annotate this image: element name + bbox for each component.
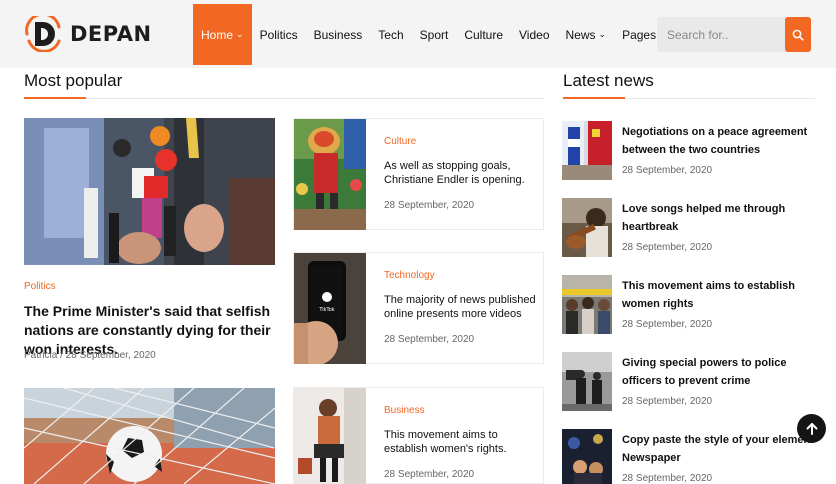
chevron-down-icon: ⌄ [236,29,244,39]
card-category[interactable]: Technology [384,270,435,281]
card-date: 28 September, 2020 [384,334,475,345]
news-title[interactable]: Copy paste the style of your element New… [622,431,822,467]
nav-item-video[interactable]: Video [511,4,557,65]
card-date: 28 September, 2020 [384,200,475,211]
second-featured-image[interactable] [24,388,275,484]
nav-item-sport[interactable]: Sport [412,4,457,65]
card-title[interactable]: This movement aims to establish women's … [384,428,540,456]
news-title[interactable]: Negotiations on a peace agreement betwee… [622,123,822,159]
nav-item-culture[interactable]: Culture [456,4,511,65]
nav-label: News [565,27,596,42]
most-popular-heading: Most popular [24,71,123,90]
card-date: 28 September, 2020 [384,469,475,480]
nav-label: Politics [259,27,298,42]
featured-meta: Patricia / 28 September, 2020 [24,350,156,361]
arrow-up-icon [806,422,817,435]
section-divider [24,98,544,99]
news-date: 28 September, 2020 [622,319,713,330]
news-title[interactable]: This movement aims to establish women ri… [622,277,822,313]
svg-text:TikTok: TikTok [318,307,334,313]
news-date: 28 September, 2020 [622,242,713,253]
nav-label: Culture [464,27,504,42]
latest-news-item[interactable]: Giving special powers to police officers… [562,352,822,414]
latest-news-heading: Latest news [563,71,654,90]
nav-item-news[interactable]: News ⌄ [558,4,615,65]
news-thumbnail [562,275,612,334]
card-category[interactable]: Culture [384,136,416,147]
popular-card[interactable]: TikTok Technology The majority of news p… [293,252,544,364]
search-icon [792,29,804,41]
card-thumbnail [294,119,366,230]
latest-news-item[interactable]: This movement aims to establish women ri… [562,275,822,337]
main-nav: Home ⌄ Politics Business Tech Sport Cultu… [193,4,675,65]
news-date: 28 September, 2020 [622,165,713,176]
card-thumbnail [294,388,366,484]
popular-card[interactable]: Business This movement aims to establish… [293,387,544,484]
card-thumbnail: TikTok [294,253,366,364]
card-title[interactable]: The majority of news published online pr… [384,293,540,321]
news-thumbnail [562,121,612,180]
news-date: 28 September, 2020 [622,473,713,484]
nav-label: Home [201,27,234,42]
latest-news-item[interactable]: Copy paste the style of your element New… [562,429,822,484]
nav-label: Pages [622,27,657,42]
section-accent-bar [563,97,625,99]
featured-image[interactable] [24,118,275,265]
news-thumbnail [562,198,612,257]
latest-news-item[interactable]: Love songs helped me through heartbreak … [562,198,822,260]
logo-mark-icon [25,16,61,52]
nav-label: Business [313,27,363,42]
site-logo[interactable]: DEPAN [24,16,154,52]
chevron-down-icon: ⌄ [598,29,607,39]
featured-category[interactable]: Politics [24,281,56,292]
latest-news-item[interactable]: Negotiations on a peace agreement betwee… [562,121,822,183]
card-title[interactable]: As well as stopping goals, Christiane En… [384,159,540,187]
nav-label: Tech [378,27,404,42]
nav-item-home[interactable]: Home ⌄ [193,4,252,65]
nav-label: Sport [419,27,449,42]
news-title[interactable]: Giving special powers to police officers… [622,354,822,390]
news-date: 28 September, 2020 [622,396,713,407]
site-header: DEPAN Home ⌄ Politics Business Tech Sport… [0,0,836,68]
nav-label: Video [519,27,550,42]
search-box [657,17,811,52]
nav-item-business[interactable]: Business [306,4,371,65]
section-accent-bar [24,97,86,99]
nav-item-tech[interactable]: Tech [370,4,411,65]
news-thumbnail [562,352,612,411]
news-title[interactable]: Love songs helped me through heartbreak [622,200,822,236]
search-input[interactable] [657,17,782,52]
brand-name: DEPAN [70,22,152,46]
card-category[interactable]: Business [384,405,425,416]
scroll-to-top-button[interactable] [797,414,826,443]
search-button[interactable] [785,17,811,52]
nav-item-politics[interactable]: Politics [252,4,306,65]
news-thumbnail [562,429,612,484]
popular-card[interactable]: Culture As well as stopping goals, Chris… [293,118,544,230]
